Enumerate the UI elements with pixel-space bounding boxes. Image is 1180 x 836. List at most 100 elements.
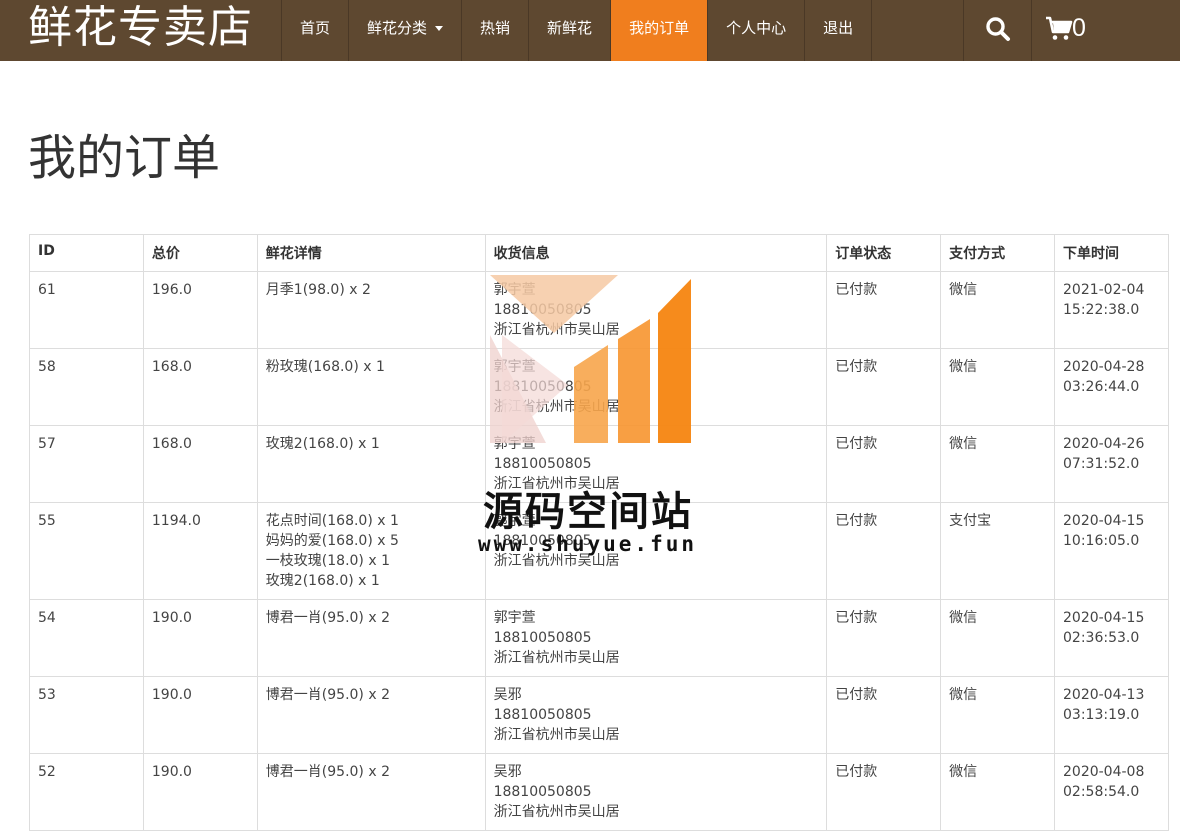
cell-id: 53 [29,676,144,754]
cell-status: 已付款 [826,271,942,349]
item-line: 月季1(98.0) x 2 [265,282,371,298]
receiver-address: 浙江省杭州市吴山居 [493,727,620,743]
cell-total: 168.0 [142,425,258,503]
receiver-phone: 18810050805 [493,784,592,800]
order-time: 10:16:05.0 [1063,533,1140,549]
cell-id: 54 [29,599,144,677]
nav-hot[interactable]: 热销 [461,0,528,61]
column-header-items: 鲜花详情 [256,234,486,272]
nav-label: 我的订单 [629,19,690,37]
column-header-id: ID [29,234,144,272]
cell-time: 2020-04-15 10:16:05.0 [1054,502,1169,600]
cell-items: 博君一肖(95.0) x 2 [256,599,486,677]
cart-count: 0 [1072,14,1086,42]
order-date: 2021-02-04 [1063,282,1145,298]
nav-home[interactable]: 首页 [281,0,348,61]
cell-time: 2020-04-28 03:26:44.0 [1054,348,1169,426]
caret-down-icon [435,26,444,31]
table-row: 58 168.0 粉玫瑰(168.0) x 1 郭宇萱 18810050805 … [29,348,1169,426]
order-time: 03:26:44.0 [1063,379,1140,395]
order-date: 2020-04-15 [1063,610,1145,626]
item-line: 博君一肖(95.0) x 2 [265,610,390,626]
cell-receiver: 郭宇萱 18810050805 浙江省杭州市吴山居 [484,599,828,677]
nav-new[interactable]: 新鲜花 [528,0,610,61]
cell-items: 月季1(98.0) x 2 [256,271,486,349]
order-date: 2020-04-13 [1063,687,1145,703]
cell-time: 2020-04-15 02:36:53.0 [1054,599,1169,677]
order-time: 02:36:53.0 [1063,630,1140,646]
cell-payment: 微信 [940,425,1055,503]
item-line: 玫瑰2(168.0) x 1 [265,573,380,589]
receiver-address: 浙江省杭州市吴山居 [493,322,620,338]
table-row: 52 190.0 博君一肖(95.0) x 2 吴邪 18810050805 浙… [29,753,1169,831]
table-row: 54 190.0 博君一肖(95.0) x 2 郭宇萱 18810050805 … [29,599,1169,677]
cell-payment: 微信 [940,676,1055,754]
cell-total: 190.0 [142,599,258,677]
table-row: 61 196.0 月季1(98.0) x 2 郭宇萱 18810050805 浙… [29,271,1169,349]
item-line: 妈妈的爱(168.0) x 5 [265,533,399,549]
nav-label: 退出 [823,19,854,37]
cell-items: 博君一肖(95.0) x 2 [256,753,486,831]
nav-logout[interactable]: 退出 [804,0,873,61]
brand-logo[interactable]: 鲜花专卖店 [28,0,253,61]
nav-label: 热销 [480,19,511,37]
order-time: 07:31:52.0 [1063,456,1140,472]
cell-status: 已付款 [826,753,942,831]
cell-receiver: 吴邪 18810050805 浙江省杭州市吴山居 [484,753,828,831]
cell-time: 2020-04-08 02:58:54.0 [1054,753,1169,831]
cell-total: 196.0 [142,271,258,349]
cell-items: 花点时间(168.0) x 1 妈妈的爱(168.0) x 5 一枝玫瑰(18.… [256,502,486,600]
cell-total: 168.0 [142,348,258,426]
item-line: 玫瑰2(168.0) x 1 [265,436,380,452]
receiver-address: 浙江省杭州市吴山居 [493,650,620,666]
nav-my-orders[interactable]: 我的订单 [610,0,708,61]
nav-categories-dropdown[interactable]: 鲜花分类 [348,0,461,61]
cell-id: 61 [29,271,144,349]
item-line: 粉玫瑰(168.0) x 1 [265,359,385,375]
order-time: 02:58:54.0 [1063,784,1140,800]
nav-label: 鲜花分类 [367,19,428,37]
receiver-address: 浙江省杭州市吴山居 [493,804,620,820]
receiver-name: 郭宇萱 [493,610,536,626]
cell-status: 已付款 [826,425,942,503]
table-row: 53 190.0 博君一肖(95.0) x 2 吴邪 18810050805 浙… [29,676,1169,754]
receiver-phone: 18810050805 [493,379,592,395]
cell-items: 博君一肖(95.0) x 2 [256,676,486,754]
order-date: 2020-04-15 [1063,513,1145,529]
cell-receiver: 郭宇萱 18810050805 浙江省杭州市吴山居 [484,348,828,426]
cell-payment: 微信 [940,348,1055,426]
column-header-time: 下单时间 [1054,234,1169,272]
order-time: 15:22:38.0 [1063,302,1140,318]
watermark-title: 源码空间站 [483,489,693,535]
item-line: 博君一肖(95.0) x 2 [265,687,390,703]
cell-time: 2020-04-26 07:31:52.0 [1054,425,1169,503]
nav-profile[interactable]: 个人中心 [707,0,804,61]
receiver-phone: 18810050805 [493,707,592,723]
cell-receiver: 郭宇萱 18810050805 浙江省杭州市吴山居 [484,271,828,349]
cell-id: 55 [29,502,144,600]
receiver-name: 郭宇萱 [493,436,536,452]
receiver-phone: 18810050805 [493,630,592,646]
cell-payment: 微信 [940,599,1055,677]
item-line: 一枝玫瑰(18.0) x 1 [265,553,390,569]
item-line: 博君一肖(95.0) x 2 [265,764,390,780]
cell-status: 已付款 [826,676,942,754]
nav-label: 首页 [300,19,331,37]
receiver-name: 郭宇萱 [493,359,536,375]
cell-total: 190.0 [142,753,258,831]
cell-receiver: 吴邪 18810050805 浙江省杭州市吴山居 [484,676,828,754]
nav-label: 新鲜花 [547,19,593,37]
cell-items: 玫瑰2(168.0) x 1 [256,425,486,503]
receiver-address: 浙江省杭州市吴山居 [493,399,620,415]
cell-payment: 微信 [940,753,1055,831]
cart-button[interactable]: 0 [1032,0,1180,61]
watermark-url: www.shuyue.fun [478,532,698,556]
cell-status: 已付款 [826,348,942,426]
cell-status: 已付款 [826,502,942,600]
page-title: 我的订单 [28,130,221,186]
search-button[interactable] [963,0,1032,61]
cell-time: 2021-02-04 15:22:38.0 [1054,271,1169,349]
column-header-status: 订单状态 [826,234,942,272]
cell-payment: 微信 [940,271,1055,349]
cell-status: 已付款 [826,599,942,677]
